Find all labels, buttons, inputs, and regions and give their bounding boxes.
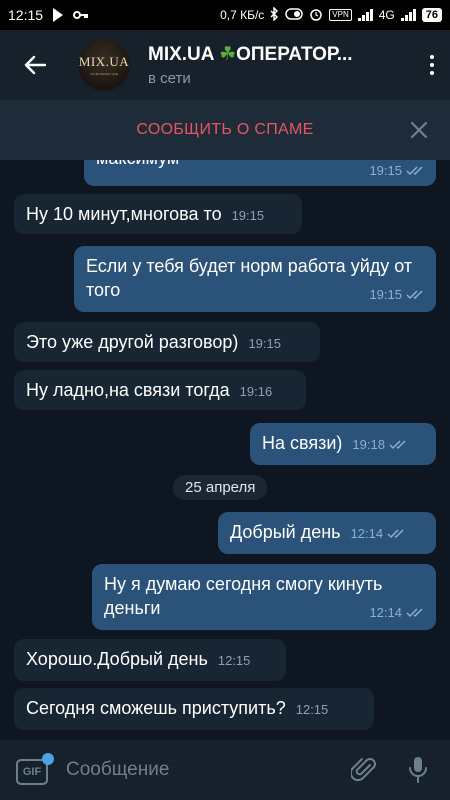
avatar-logo: MIX.UA — [78, 54, 130, 69]
online-status: в сети — [148, 70, 191, 87]
more-vertical-icon — [430, 55, 434, 59]
double-check-icon — [387, 521, 407, 545]
message-time: 12:14 — [369, 605, 402, 620]
message-text: Хорошо.Добрый день — [26, 649, 208, 669]
message-bubble-incoming[interactable]: Хорошо.Добрый день 12:15 — [14, 639, 286, 681]
double-check-icon — [406, 282, 426, 306]
chat-title-part2: ОПЕРАТОР... — [236, 44, 353, 65]
message-time: 19:18 — [352, 437, 385, 452]
signal-icon — [357, 9, 373, 21]
vpn-badge: VPN — [329, 9, 352, 21]
report-spam-bar: СООБЩИТЬ О СПАМЕ — [0, 100, 450, 160]
message-text: максимум — [96, 160, 179, 168]
double-check-icon — [406, 160, 426, 182]
message-text: Сегодня сможешь приступить? — [26, 698, 286, 718]
network-speed: 0,7 КБ/с — [220, 8, 265, 22]
message-text: Это уже другой разговор) — [26, 332, 239, 352]
message-bubble-outgoing[interactable]: Ну я думаю сегодня смогу кинуть деньги 1… — [92, 564, 436, 630]
message-time: 19:15 — [248, 336, 281, 351]
message-input[interactable] — [66, 759, 344, 781]
report-spam-button[interactable]: СООБЩИТЬ О СПАМЕ — [136, 121, 313, 139]
close-icon — [410, 121, 428, 139]
message-text: Добрый день — [230, 522, 341, 542]
battery-indicator: 76 — [421, 8, 442, 22]
message-bubble-incoming[interactable]: Ну 10 минут,многова то 19:15 — [14, 194, 302, 234]
toggle-icon — [285, 7, 304, 23]
message-time: 12:15 — [217, 653, 251, 668]
attach-button[interactable] — [344, 750, 384, 790]
chat-title: MIX.UA ☘ОПЕРАТОР... — [148, 43, 414, 66]
key-icon — [73, 7, 89, 23]
double-check-icon — [406, 600, 426, 624]
gif-button[interactable]: GIF — [16, 753, 54, 785]
message-text: Ну ладно,на связи тогда — [26, 380, 230, 400]
message-text: Ну я думаю сегодня смогу кинуть деньги — [104, 574, 383, 618]
notification-dot — [42, 753, 54, 765]
message-bubble-outgoing[interactable]: На связи) 19:18 — [250, 423, 436, 465]
message-time: 19:15 — [231, 208, 265, 223]
message-list[interactable]: максимум 19:15 Ну 10 минут,многова то 19:… — [0, 160, 450, 740]
message-bubble-incoming[interactable]: Ну ладно,на связи тогда 19:16 — [14, 370, 306, 410]
microphone-icon — [409, 757, 427, 783]
message-bubble-incoming[interactable]: Сегодня сможешь приступить? 12:15 — [14, 688, 374, 730]
alarm-icon — [309, 7, 323, 24]
message-bubble-outgoing[interactable]: Если у тебя будет норм работа уйду от то… — [74, 246, 436, 312]
signal-icon-2 — [400, 9, 416, 21]
message-bubble-outgoing[interactable]: Добрый день 12:14 — [218, 512, 436, 554]
date-separator: 25 апреля — [173, 475, 268, 500]
avatar[interactable]: MIX.UA YOUR DIGITAL LIFE — [78, 39, 130, 91]
paperclip-icon — [351, 758, 376, 782]
message-time: 19:15 — [369, 163, 402, 178]
message-time: 19:16 — [239, 384, 273, 399]
status-bar: 12:15 0,7 КБ/с VPN 4G 76 — [0, 0, 450, 30]
bluetooth-icon — [270, 5, 279, 24]
message-time: 19:15 — [369, 287, 402, 302]
chat-title-area[interactable]: MIX.UA ☘ОПЕРАТОР... в сети — [148, 43, 414, 87]
message-time: 12:15 — [295, 702, 329, 717]
message-text: Ну 10 минут,многова то — [26, 204, 222, 224]
close-spam-bar-button[interactable] — [408, 119, 430, 141]
more-menu-button[interactable] — [414, 30, 450, 100]
double-check-icon — [389, 432, 409, 456]
network-type: 4G — [378, 8, 395, 22]
status-time: 12:15 — [8, 7, 44, 23]
arrow-left-icon — [24, 55, 46, 75]
play-icon — [53, 8, 64, 22]
voice-record-button[interactable] — [398, 750, 438, 790]
chat-title-part1: MIX.UA — [148, 44, 220, 65]
message-bubble-outgoing[interactable]: максимум 19:15 — [84, 160, 436, 186]
chat-header: MIX.UA YOUR DIGITAL LIFE MIX.UA ☘ОПЕРАТО… — [0, 30, 450, 100]
message-input-bar: GIF — [0, 740, 450, 800]
avatar-subtext: YOUR DIGITAL LIFE — [89, 72, 118, 76]
back-button[interactable] — [0, 30, 70, 100]
clover-emoji: ☘ — [219, 44, 237, 65]
message-text: На связи) — [262, 433, 343, 453]
message-bubble-incoming[interactable]: Это уже другой разговор) 19:15 — [14, 322, 320, 362]
message-time: 12:14 — [350, 526, 384, 541]
